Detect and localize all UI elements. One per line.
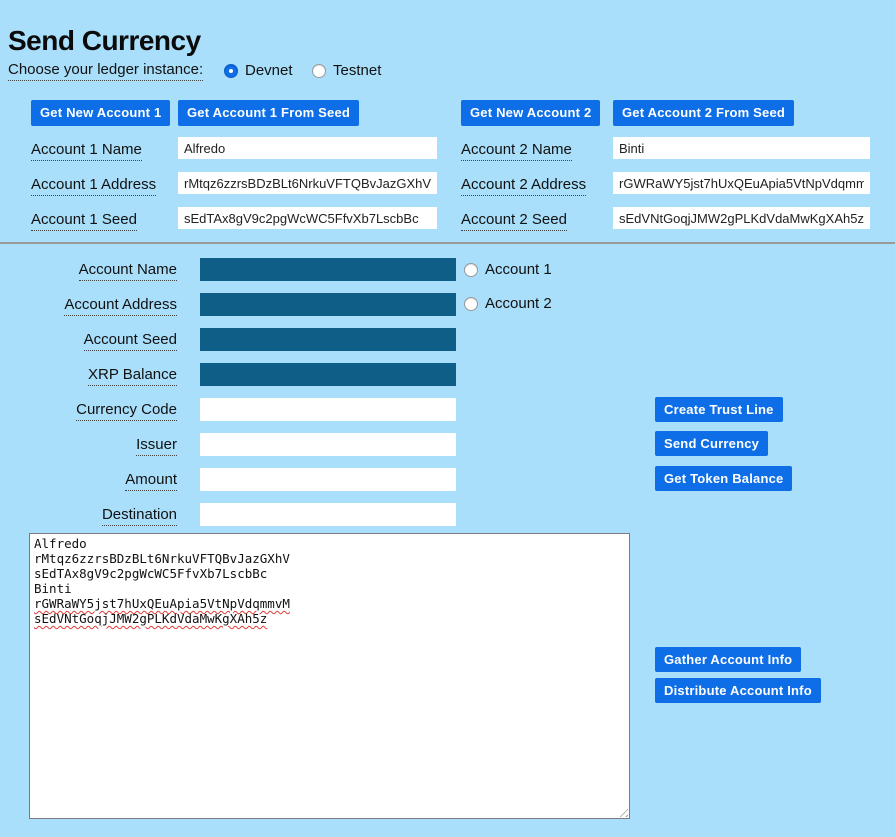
get-account1-from-seed-button[interactable]: Get Account 1 From Seed [178, 100, 359, 126]
account2-seed-label: Account 2 Seed [461, 211, 567, 228]
account1-name-input[interactable] [178, 137, 437, 159]
account2-address-input[interactable] [613, 172, 870, 194]
account1-seed-label: Account 1 Seed [31, 211, 137, 228]
issuer-input[interactable] [200, 433, 456, 456]
amount-label: Amount [0, 468, 177, 491]
testnet-radio[interactable] [312, 64, 326, 78]
amount-input[interactable] [200, 468, 456, 491]
page-title: Send Currency [8, 25, 201, 57]
account-info-line: sEdVNtGoqjJMW2gPLKdVdaMwKgXAh5z [34, 611, 625, 626]
account2-radio-option[interactable]: Account 2 [464, 295, 552, 312]
account-info-line: rGWRaWY5jst7hUxQEuApia5VtNpVdqmmvM [34, 596, 625, 611]
send-currency-page: Send Currency Choose your ledger instanc… [0, 0, 895, 837]
create-trust-line-button[interactable]: Create Trust Line [655, 397, 783, 422]
account-name-label: Account Name [0, 258, 177, 281]
devnet-label: Devnet [245, 62, 293, 79]
get-new-account1-button[interactable]: Get New Account 1 [31, 100, 170, 126]
account-info-line: Binti [34, 581, 625, 596]
account1-name-label: Account 1 Name [31, 141, 142, 158]
account1-radio-option[interactable]: Account 1 [464, 261, 552, 278]
get-token-balance-button[interactable]: Get Token Balance [655, 466, 792, 491]
send-currency-button[interactable]: Send Currency [655, 431, 768, 456]
account2-seed-input[interactable] [613, 207, 870, 229]
xrp-balance-label: XRP Balance [0, 363, 177, 386]
account1-address-input[interactable] [178, 172, 437, 194]
devnet-radio-option[interactable]: Devnet [224, 62, 293, 79]
testnet-label: Testnet [333, 62, 381, 79]
gather-account-info-button[interactable]: Gather Account Info [655, 647, 801, 672]
account2-name-input[interactable] [613, 137, 870, 159]
section-divider [0, 242, 895, 244]
account1-radio[interactable] [464, 263, 478, 277]
account-info-textarea[interactable]: AlfredorMtqz6zzrsBDzBLt6NrkuVFTQBvJazGXh… [29, 533, 630, 819]
account2-radio-label: Account 2 [485, 295, 552, 312]
account-seed-label: Account Seed [0, 328, 177, 351]
issuer-label: Issuer [0, 433, 177, 456]
get-account2-from-seed-button[interactable]: Get Account 2 From Seed [613, 100, 794, 126]
get-new-account2-button[interactable]: Get New Account 2 [461, 100, 600, 126]
destination-input[interactable] [200, 503, 456, 526]
account-info-line: rMtqz6zzrsBDzBLt6NrkuVFTQBvJazGXhV [34, 551, 625, 566]
account-seed-field[interactable] [200, 328, 456, 351]
currency-code-input[interactable] [200, 398, 456, 421]
account1-address-label: Account 1 Address [31, 176, 156, 193]
devnet-radio[interactable] [224, 64, 238, 78]
account2-radio[interactable] [464, 297, 478, 311]
destination-label: Destination [0, 503, 177, 526]
account-address-field[interactable] [200, 293, 456, 316]
account1-seed-input[interactable] [178, 207, 437, 229]
distribute-account-info-button[interactable]: Distribute Account Info [655, 678, 821, 703]
xrp-balance-field[interactable] [200, 363, 456, 386]
currency-code-label: Currency Code [0, 398, 177, 421]
account-info-line: Alfredo [34, 536, 625, 551]
account-address-label: Account Address [0, 293, 177, 316]
account-info-line: sEdTAx8gV9c2pgWcWC5FfvXb7LscbBc [34, 566, 625, 581]
testnet-radio-option[interactable]: Testnet [312, 62, 381, 79]
resize-handle-icon[interactable] [616, 805, 628, 817]
ledger-instance-label: Choose your ledger instance: [8, 61, 203, 78]
account2-name-label: Account 2 Name [461, 141, 572, 158]
account1-radio-label: Account 1 [485, 261, 552, 278]
account-name-field[interactable] [200, 258, 456, 281]
account2-address-label: Account 2 Address [461, 176, 586, 193]
